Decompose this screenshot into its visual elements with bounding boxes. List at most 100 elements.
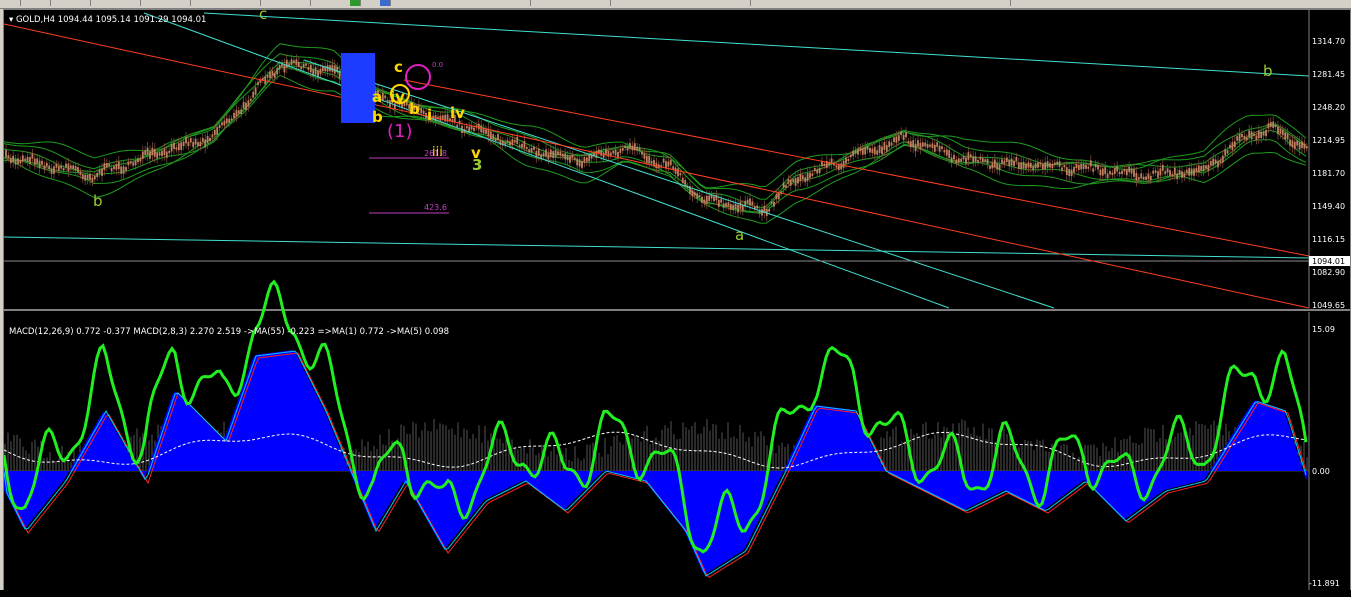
candle-body [216, 127, 219, 135]
candle-body [1286, 133, 1289, 140]
toolbar-button[interactable] [600, 0, 611, 6]
candle-body [852, 150, 855, 157]
candle-body [1250, 131, 1253, 140]
candle-body [50, 168, 53, 174]
candle-body [1257, 130, 1260, 139]
candle-body [914, 143, 917, 152]
candle-body [917, 140, 919, 147]
candle-body [173, 142, 175, 150]
toolbar-button[interactable] [250, 0, 261, 6]
candle-body [295, 59, 298, 66]
candle-body [1248, 130, 1251, 138]
candle-body [1013, 160, 1015, 166]
candle-body [823, 163, 826, 166]
candle-body [1243, 135, 1246, 140]
candle-body [511, 139, 514, 145]
add-icon[interactable] [350, 0, 361, 6]
wave-label-magenta: (1) [387, 121, 413, 142]
candle-body [26, 156, 29, 162]
candle-body [170, 144, 173, 152]
wave-label: a [735, 226, 744, 244]
candle-body [878, 145, 881, 153]
candle-body [761, 209, 763, 216]
candle-body [609, 152, 612, 156]
candle-body [41, 160, 43, 165]
toolbar-button[interactable] [740, 0, 751, 6]
candle-body [1106, 173, 1109, 179]
candle-body [540, 154, 543, 159]
candle-body [883, 142, 886, 150]
candle-body [293, 60, 295, 63]
candle-body [888, 141, 891, 148]
candle-body [101, 168, 103, 176]
candle-body [972, 156, 975, 163]
candle-body [708, 195, 711, 202]
candle-body [876, 150, 879, 155]
candle-body [921, 142, 924, 147]
candle-body [816, 169, 819, 174]
candle-body [45, 162, 48, 167]
candle-body [225, 118, 228, 124]
candle-body [439, 115, 442, 121]
candle-body [1262, 131, 1265, 136]
toolbar-button[interactable] [130, 0, 141, 6]
candle-body [890, 142, 893, 146]
price-tick: 1149.40 [1312, 202, 1345, 211]
candle-body [494, 138, 497, 142]
candle-body [729, 204, 732, 210]
candle-body [533, 146, 535, 150]
candle-body [192, 141, 195, 148]
candle-body [1303, 143, 1306, 149]
candle-body [576, 158, 579, 166]
candle-body [626, 146, 629, 151]
candle-body [93, 175, 96, 180]
toolbar-button[interactable] [10, 0, 21, 6]
toolbar-button[interactable] [300, 0, 311, 6]
wave-label: 3 [472, 156, 482, 174]
candle-body [137, 158, 139, 163]
chart-canvas[interactable]: 0.0 261.8 423.6 c a iv b b i (1) iv iii … [2, 5, 1350, 592]
toolbar-button[interactable] [40, 0, 51, 6]
toolbar-button[interactable] [80, 0, 91, 6]
candle-body [285, 59, 288, 68]
candle-body [1217, 161, 1219, 168]
candle-body [569, 155, 571, 163]
candle-body [235, 110, 238, 117]
candle-body [629, 143, 631, 149]
candle-body [221, 122, 223, 126]
candle-body [578, 159, 581, 167]
candle-body [161, 150, 163, 157]
candle-body [1164, 171, 1167, 175]
candle-body [547, 153, 550, 160]
candle-body [717, 199, 720, 207]
candle-body [571, 154, 574, 159]
candle-body [1241, 133, 1243, 138]
candle-body [905, 131, 907, 138]
candle-body [998, 164, 1001, 171]
globe-icon[interactable] [380, 0, 391, 6]
candle-body [477, 123, 480, 130]
candle-body [542, 152, 545, 157]
candle-body [933, 144, 936, 152]
candle-body [1145, 176, 1147, 180]
wave-label: i [427, 106, 432, 124]
candle-body [69, 165, 72, 169]
candle-body [468, 126, 471, 133]
candle-body [257, 82, 259, 86]
candle-body [777, 193, 780, 200]
toolbar-button[interactable] [1000, 0, 1011, 6]
wave-label: a [372, 88, 382, 106]
candle-body [566, 155, 569, 161]
indicator-label: MACD(12,26,9) 0.772 -0.377 MACD(2,8,3) 2… [9, 327, 449, 337]
candle-body [545, 149, 547, 157]
candle-body [305, 63, 307, 66]
candle-body [1200, 166, 1203, 172]
toolbar-button[interactable] [180, 0, 191, 6]
candle-body [1166, 168, 1169, 173]
toolbar-button[interactable] [520, 0, 531, 6]
candle-body [1169, 170, 1171, 177]
candle-body [773, 201, 775, 207]
candle-body [1010, 158, 1013, 166]
candle-body [1065, 167, 1068, 175]
chart-window[interactable]: 0.0 261.8 423.6 c a iv b b i (1) iv iii … [2, 5, 1351, 593]
